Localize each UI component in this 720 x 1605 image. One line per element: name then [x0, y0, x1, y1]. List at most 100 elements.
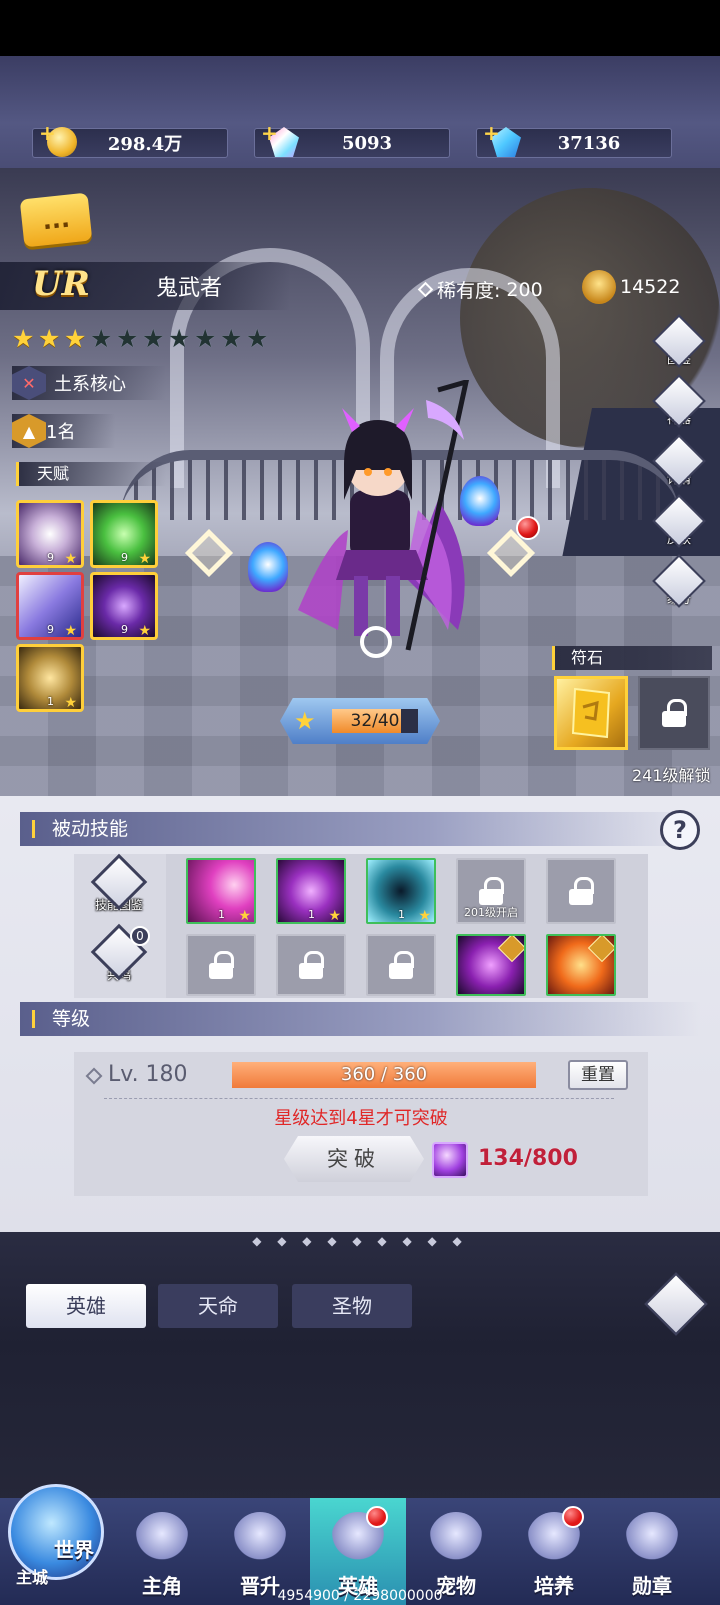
- side-bond-button[interactable]: 缘分: [652, 554, 706, 614]
- hero-name-bar: UR 鬼武者: [0, 262, 290, 310]
- plus-icon: +: [39, 121, 56, 145]
- passive-skill-slot-4-locked[interactable]: 201级开启: [456, 858, 526, 924]
- main-city-label: 主城: [16, 1568, 49, 1587]
- talent-wind[interactable]: 9 ★: [16, 572, 84, 640]
- hero-sprite: [298, 378, 470, 658]
- medal-icon: [625, 1512, 679, 1566]
- diamond-icon: [417, 281, 434, 298]
- breakthrough-button[interactable]: 突破: [284, 1136, 424, 1182]
- power-value: 14522: [620, 276, 681, 298]
- currency-gold[interactable]: + 298.4万: [32, 121, 228, 158]
- eye-icon[interactable]: [644, 1272, 708, 1336]
- star-empty-icon: ★: [168, 324, 191, 353]
- side-details-button[interactable]: 详情: [652, 434, 706, 494]
- currency-blue-diamond-value: 37136: [557, 132, 621, 154]
- wings-icon: [233, 1512, 287, 1566]
- talent-axe[interactable]: 1 ★: [16, 644, 84, 712]
- ornament-divider: ◆ ◆ ◆ ◆ ◆ ◆ ◆ ◆ ◆: [252, 1234, 468, 1248]
- side-codex-button[interactable]: 图鉴: [652, 314, 706, 374]
- star-icon: ★: [418, 908, 431, 924]
- hero-bust-icon: [135, 1512, 189, 1566]
- passive-skill-slot-5-locked[interactable]: [546, 858, 616, 924]
- rune-slot-2-locked[interactable]: [638, 676, 710, 750]
- rarity-value: 200: [506, 278, 543, 301]
- skill-level: 1: [218, 908, 225, 921]
- skill-unlock-caption: 201级开启: [464, 906, 518, 919]
- rank-tag: ▲ 1名: [12, 414, 116, 448]
- passive-skill-slot-10-preview[interactable]: [546, 934, 616, 996]
- star-icon: ★: [238, 908, 251, 924]
- star-up-icon: ★: [294, 707, 316, 735]
- currency-rainbow-diamond[interactable]: + 5093: [254, 121, 450, 158]
- rarity-stat: 稀有度: 200: [417, 276, 543, 303]
- codex-icon: [652, 314, 706, 368]
- exp-track: 32/40: [332, 709, 418, 733]
- level-title: 等级: [52, 1008, 91, 1030]
- star-empty-icon: ★: [142, 324, 165, 353]
- passive-skill-slot-3[interactable]: 1 ★: [366, 858, 436, 924]
- passive-skill-slot-1[interactable]: 1 ★: [186, 858, 256, 924]
- lock-icon: [299, 951, 324, 979]
- rarity-badge: UR: [32, 264, 90, 304]
- level-exp-text: 360 / 360: [340, 1064, 428, 1085]
- resonance-count: 0: [130, 926, 150, 946]
- status-bar: [0, 0, 720, 56]
- passive-skill-slot-7-locked[interactable]: [276, 934, 346, 996]
- skill-level: 1: [398, 908, 405, 921]
- passive-skill-slot-9-preview[interactable]: [456, 934, 526, 996]
- swords-icon: ✕: [12, 366, 46, 400]
- star-filled-icon: ★: [38, 324, 61, 353]
- talent-demon[interactable]: 9 ★: [90, 572, 158, 640]
- passive-skills-title: 被动技能: [52, 818, 129, 840]
- talent-skull[interactable]: 9 ★: [16, 500, 84, 568]
- rune-slot-1[interactable]: [554, 676, 628, 750]
- world-label: 世界: [54, 1538, 94, 1562]
- next-hero-notification-dot: [516, 516, 540, 540]
- passive-skill-slot-6-locked[interactable]: [186, 934, 256, 996]
- star-empty-icon: ★: [116, 324, 139, 353]
- role-label: 土系核心: [54, 374, 126, 395]
- reset-button[interactable]: 重置: [568, 1060, 628, 1090]
- help-button[interactable]: ?: [660, 810, 700, 850]
- passive-skill-slot-2[interactable]: 1 ★: [276, 858, 346, 924]
- talent-level: 9: [121, 623, 128, 636]
- beast-icon: [429, 1512, 483, 1566]
- skill-codex-button[interactable]: 技能图鉴: [88, 853, 150, 922]
- divider: [104, 1098, 614, 1099]
- talent-green-skull[interactable]: 9 ★: [90, 500, 158, 568]
- tab-relic[interactable]: 圣物: [292, 1284, 412, 1328]
- tab-destiny[interactable]: 天命: [158, 1284, 278, 1328]
- debug-footer-text: 4954900 / 2298000000: [277, 1588, 443, 1604]
- hero-character[interactable]: [288, 378, 488, 660]
- hero-scene: ... UR 鬼武者 稀有度: 200 14522 ★ ★ ★ ★ ★ ★ ★ ★ ★ ★ ✕ 土…: [0, 168, 720, 796]
- hero-exp-bar[interactable]: ★ 32/40: [280, 698, 440, 744]
- lock-icon: [389, 951, 414, 979]
- spirit-flame-left: [248, 542, 288, 592]
- passive-skills-grid: 技能图鉴 共鸣 0 1★ 1★ 1★ 201级开启: [74, 853, 648, 998]
- chat-button[interactable]: ...: [19, 192, 93, 248]
- tab-hero[interactable]: 英雄: [26, 1284, 146, 1328]
- hero-name: 鬼武者: [156, 276, 223, 301]
- star-empty-icon: ★: [90, 324, 113, 353]
- star-filled-icon: ★: [12, 324, 35, 353]
- passive-skill-slot-8-locked[interactable]: [366, 934, 436, 996]
- level-section: Lv. 180 360 / 360 重置 星级达到4星才可突破 突破 134/8…: [74, 1052, 648, 1196]
- side-artifact-button[interactable]: 神器: [652, 374, 706, 434]
- rarity-label: 稀有度:: [437, 280, 501, 302]
- skin-icon: [652, 494, 706, 548]
- rank-label: 1名: [46, 422, 76, 443]
- currency-blue-diamond[interactable]: + 37136: [476, 121, 672, 158]
- world-button[interactable]: 世界 主城: [8, 1478, 104, 1598]
- lock-icon: [209, 951, 234, 979]
- star-icon: ★: [64, 695, 77, 711]
- currency-gold-value: 298.4万: [107, 134, 183, 155]
- side-skin-button[interactable]: 皮肤: [652, 494, 706, 554]
- purple-orb-icon: [432, 1142, 468, 1178]
- star-icon: ★: [138, 551, 151, 567]
- role-tag: ✕ 土系核心: [12, 366, 166, 400]
- talent-level: 1: [47, 695, 54, 708]
- star-icon: ★: [138, 623, 151, 639]
- star-icon: ★: [64, 551, 77, 567]
- star-empty-icon: ★: [194, 324, 217, 353]
- artifact-icon: [652, 374, 706, 428]
